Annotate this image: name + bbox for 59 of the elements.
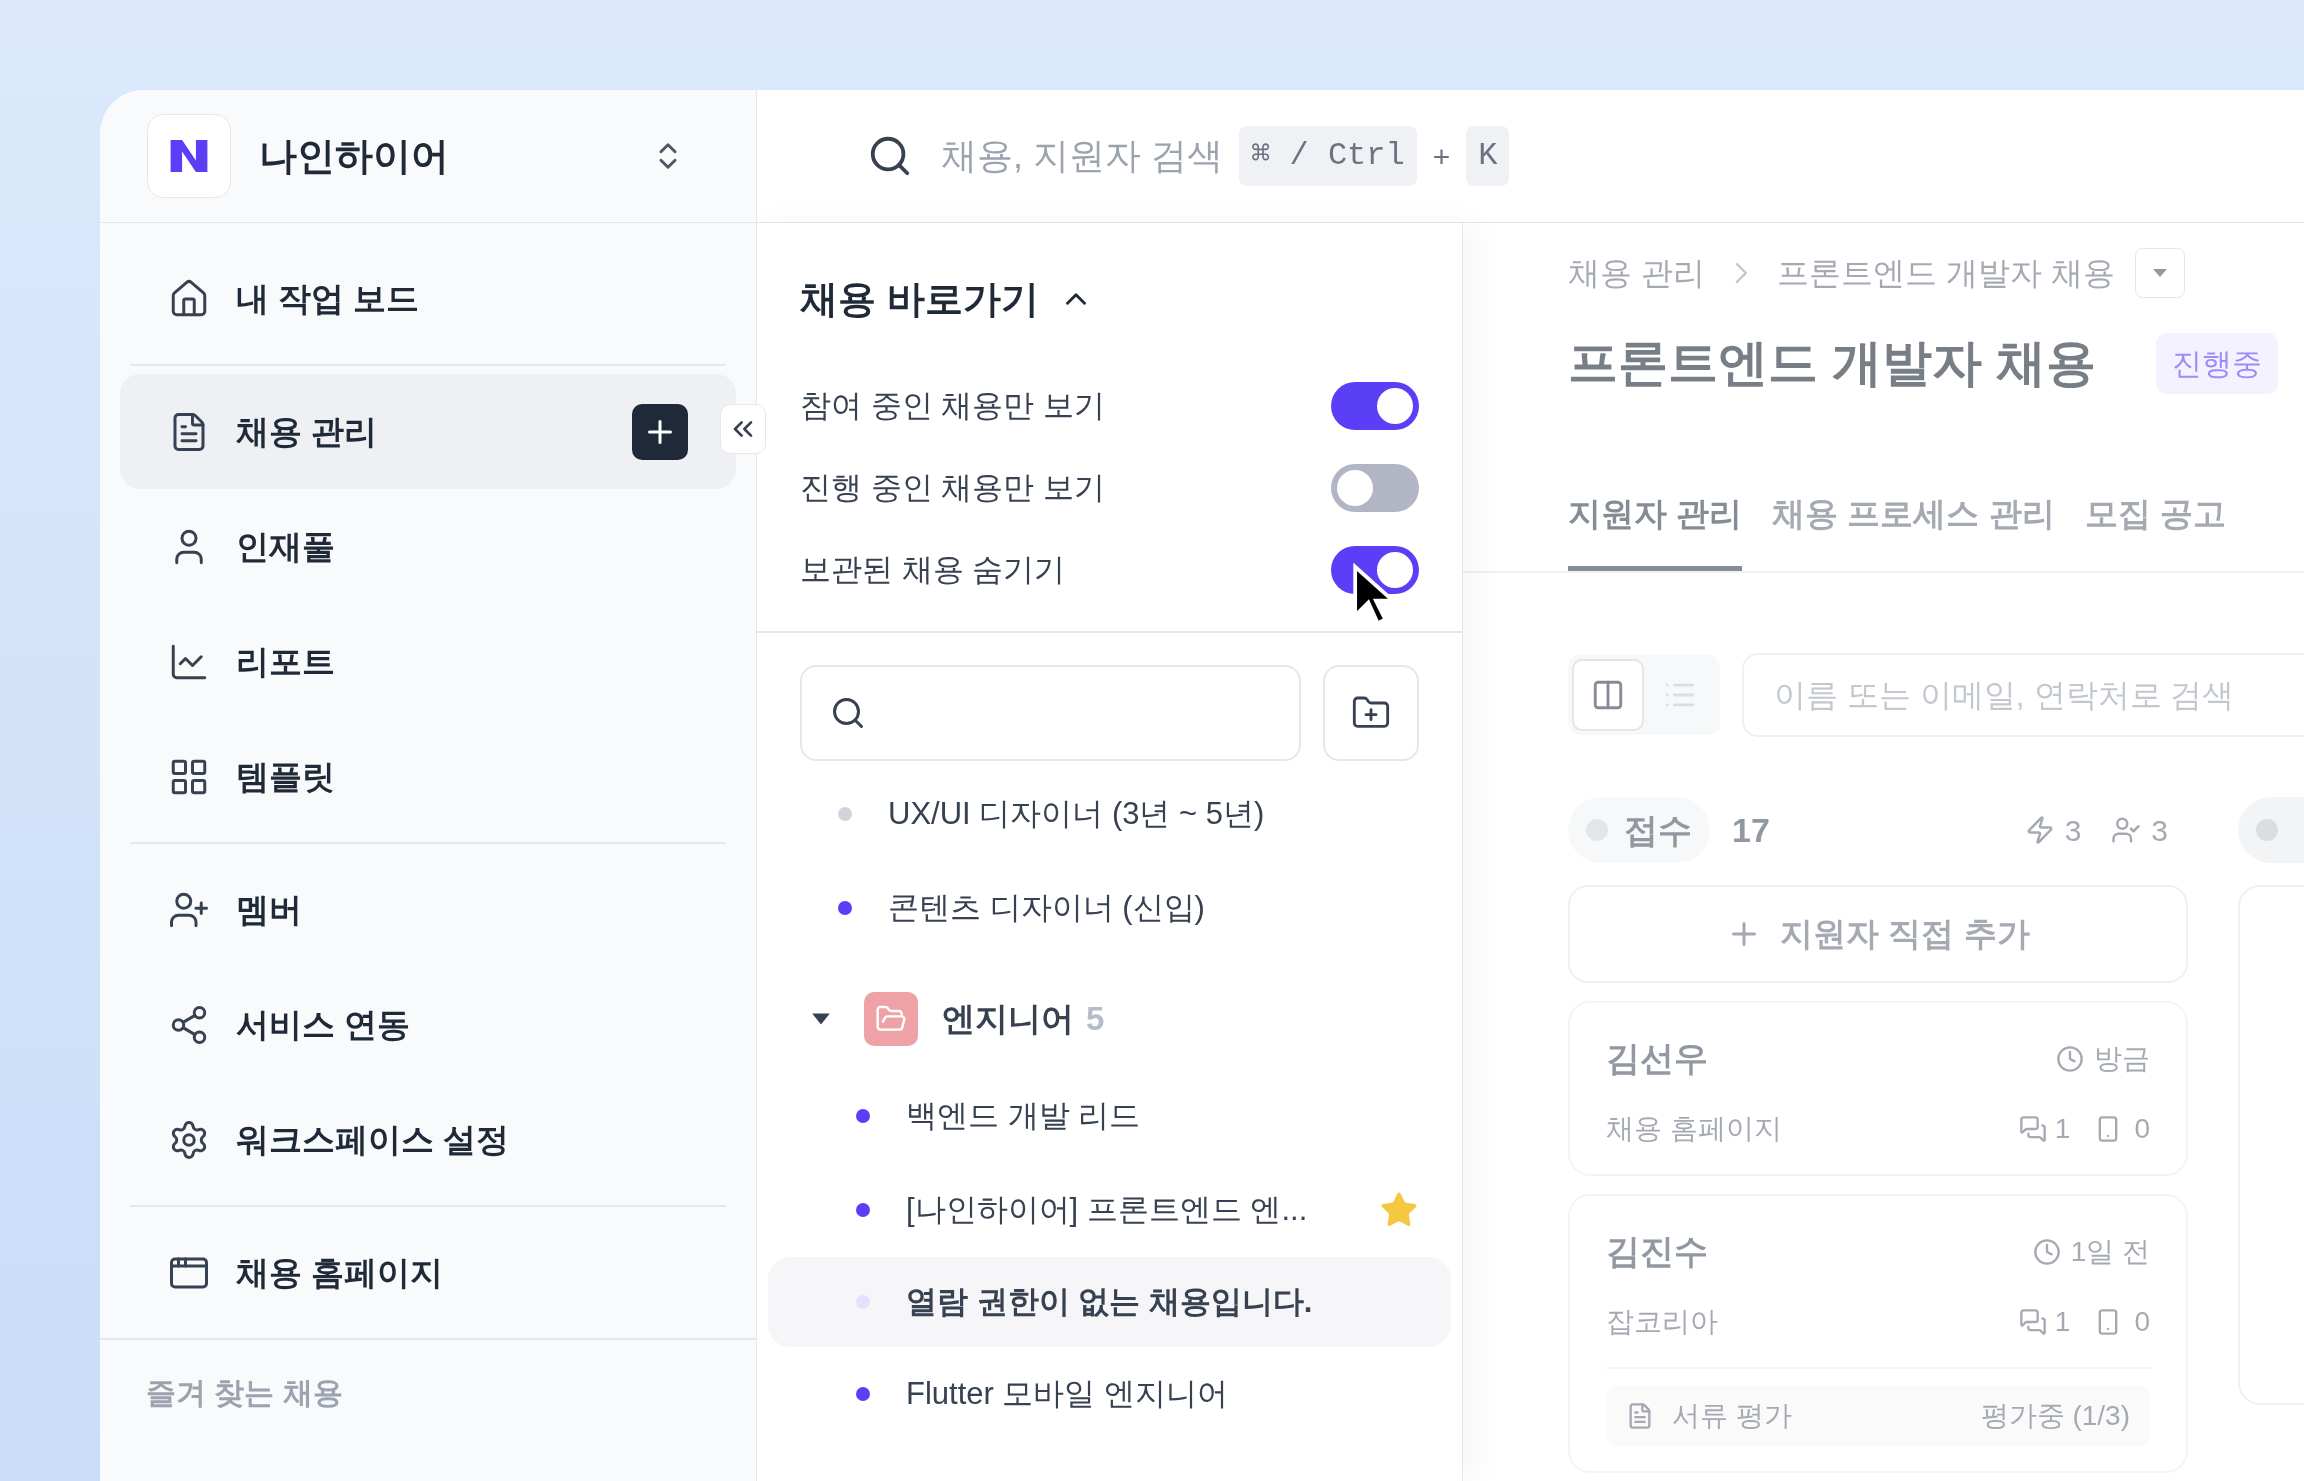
time-label: 1일 전 — [2070, 1234, 2150, 1269]
comment-count: 1 — [2054, 1112, 2071, 1146]
clock-icon — [2056, 1044, 2084, 1073]
toggle-switch[interactable] — [1331, 382, 1419, 430]
clock-icon — [2032, 1237, 2061, 1266]
section-header[interactable]: 채용 바로가기 — [800, 263, 1419, 335]
applicant-name: 김진수 — [1606, 1231, 1708, 1272]
toggle-label: 진행 중인 채용만 보기 — [800, 468, 1105, 507]
sidebar-item[interactable]: 템플릿 — [120, 719, 736, 834]
comments-icon — [2018, 1308, 2047, 1336]
column-label: 접수 — [1568, 797, 1710, 863]
job-item[interactable]: 백엔드 개발 리드 — [800, 1069, 1419, 1163]
comment-count: 1 — [2054, 1305, 2071, 1339]
sidebar-item[interactable]: 채용 홈페이지 — [120, 1215, 736, 1330]
time-label: 방금 — [2094, 1041, 2150, 1076]
lightning-icon — [2024, 815, 2055, 845]
plus-sign: + — [1432, 138, 1451, 175]
applicant-name: 김선우 — [1606, 1038, 1708, 1079]
person-check-icon — [2111, 815, 2142, 845]
stat-count: 3 — [2151, 812, 2168, 849]
columns-icon — [1591, 678, 1625, 712]
tooltip: 열람 권한이 없는 채용입니다. — [768, 1257, 1451, 1347]
sidebar-item[interactable]: 멤버 — [120, 852, 736, 967]
job-item[interactable]: 콘텐츠 디자이너 (신입) — [800, 861, 1419, 955]
column-count: 17 — [1732, 809, 1770, 851]
chevron-right-icon — [1734, 262, 1747, 284]
workspace-name: 나인하이어 — [259, 133, 449, 179]
folder-icon — [864, 992, 918, 1046]
sidebar-item[interactable]: 서비스 연동 — [120, 967, 736, 1082]
sidebar-item[interactable]: 리포트 — [120, 604, 736, 719]
job-item[interactable]: Flutter 모바일 엔지니어 — [800, 1347, 1419, 1441]
source-label: 잡코리아 — [1606, 1305, 1718, 1339]
sidebar-item[interactable]: 인재풀 — [120, 489, 736, 604]
shortcut-key: ⌘ / Ctrl — [1239, 126, 1417, 186]
shortcut-key: K — [1466, 126, 1510, 186]
add-button[interactable] — [632, 403, 688, 460]
search-icon — [830, 695, 866, 731]
search-field[interactable] — [800, 665, 1301, 761]
toggle-label: 참여 중인 채용만 보기 — [800, 386, 1105, 425]
collapse-button[interactable] — [720, 404, 766, 454]
file-count: 0 — [2134, 1112, 2150, 1146]
toggle-label: 보관된 채용 숨기기 — [800, 550, 1066, 589]
view-toggle-button[interactable] — [1572, 659, 1644, 731]
sidebar-item[interactable]: 워크스페이스 설정 — [120, 1082, 736, 1197]
comments-icon — [2018, 1115, 2047, 1143]
job-item[interactable]: UX/UI 디자이너 (3년 ~ 5년) — [800, 767, 1419, 861]
folder-item[interactable]: 엔지니어 5 — [800, 969, 1419, 1069]
new-folder-button[interactable] — [1323, 665, 1419, 761]
stage-row: 서류 평가 평가중 (1/3) — [1606, 1385, 2150, 1447]
job-item[interactable]: [나인하이어] 프론트엔드 엔... — [800, 1163, 1419, 1257]
stat-count: 3 — [2064, 812, 2082, 849]
sidebar-item[interactable]: 채용 관리 — [120, 374, 736, 489]
section-label: 즐겨 찾는 채용 — [146, 1376, 343, 1409]
status-badge: 진행중 — [2155, 332, 2278, 394]
page-title: 프론트엔드 개발자 채용 — [1568, 333, 2096, 393]
file-count: 0 — [2134, 1305, 2150, 1339]
toggle-switch[interactable] — [1331, 464, 1419, 512]
source-label: 채용 홈페이지 — [1606, 1112, 1782, 1146]
sidebar-item[interactable]: 내 작업 보드 — [120, 241, 736, 356]
